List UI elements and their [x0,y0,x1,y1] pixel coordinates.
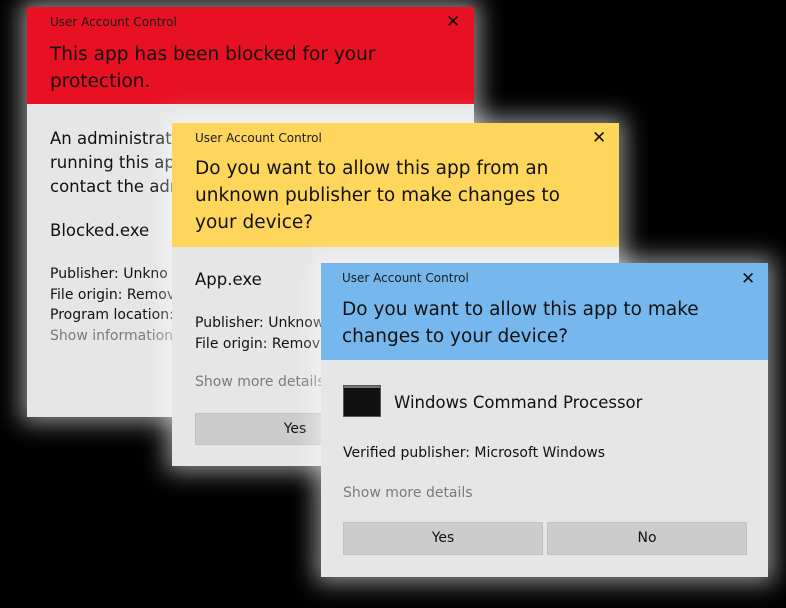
dialog-heading: This app has been blocked for your prote… [50,44,376,92]
verified-publisher-dialog: User Account Control ✕ Do you want to al… [321,263,768,577]
yes-button[interactable]: Yes [343,522,543,555]
close-icon[interactable]: ✕ [592,130,606,147]
show-information-link[interactable]: Show information [50,326,184,347]
app-name: Windows Command Processor [394,393,643,412]
detail-file-origin: File origin: Remova [50,286,184,303]
app-details: Publisher: Unkno File origin: Remova Pro… [50,264,184,346]
message-line: An administrato [50,129,182,148]
detail-publisher: Publisher: Unknown [195,315,334,331]
dialog-heading: Do you want to allow this app to make ch… [342,299,699,347]
message-line: contact the adm [50,177,186,196]
close-icon[interactable]: ✕ [741,271,755,288]
app-details: Publisher: Unknown File origin: Remova [195,313,333,354]
app-name: App.exe [195,270,262,289]
dialog-window-title: User Account Control [50,15,177,29]
detail-program-location: Program location: [50,307,174,323]
close-icon[interactable]: ✕ [446,14,460,31]
detail-publisher: Publisher: Unkno [50,266,168,282]
dialog-window-title: User Account Control [342,271,469,285]
verified-publisher: Verified publisher: Microsoft Windows [343,445,606,461]
message-line: running this app [50,153,186,172]
show-more-details-link[interactable]: Show more details [195,374,325,390]
no-button[interactable]: No [547,522,747,555]
dialog-header: User Account Control ✕ Do you want to al… [321,263,768,360]
app-name: Blocked.exe [50,221,150,240]
dialog-heading: Do you want to allow this app from an un… [195,158,560,233]
dialog-header: User Account Control ✕ This app has been… [27,7,474,104]
blocked-message: An administrato running this app contact… [50,127,186,199]
dialog-window-title: User Account Control [195,131,322,145]
command-prompt-icon [343,385,381,417]
show-more-details-link[interactable]: Show more details [343,485,473,501]
dialog-header: User Account Control ✕ Do you want to al… [172,123,619,247]
detail-file-origin: File origin: Remova [195,335,329,352]
